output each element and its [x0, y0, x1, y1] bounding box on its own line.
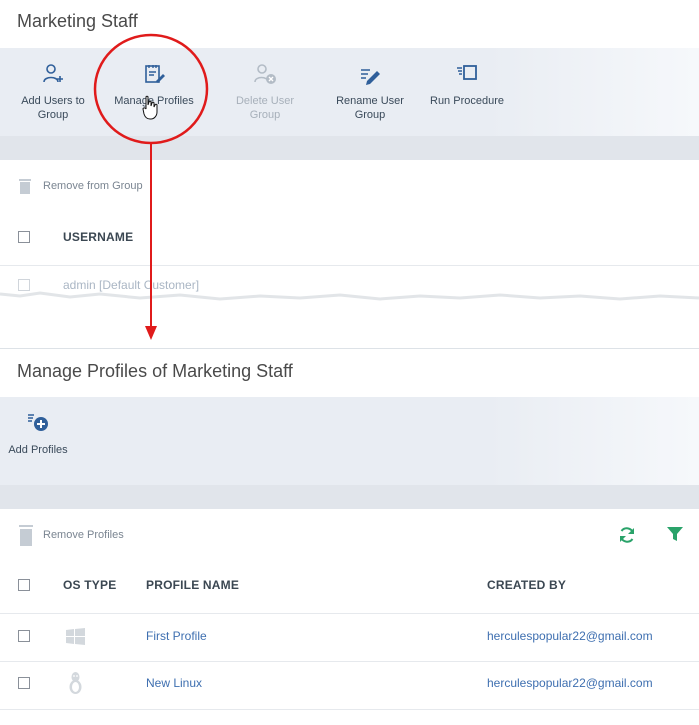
rename-pen-icon — [361, 69, 380, 85]
manage-profiles-panel: Manage Profiles of Marketing Staff Add P… — [0, 348, 699, 725]
add-users-to-group-button[interactable]: Add Users to Group — [3, 48, 103, 122]
column-header-username: USERNAME — [63, 230, 134, 244]
select-all-checkbox[interactable] — [18, 579, 30, 591]
linux-icon — [69, 672, 82, 694]
run-procedure-label: Run Procedure — [430, 95, 504, 107]
row-divider — [0, 661, 699, 662]
remove-profiles-button[interactable]: Remove Profiles — [18, 524, 124, 546]
trash-icon — [19, 179, 31, 194]
section-divider — [0, 485, 699, 509]
profile-name-link[interactable]: New Linux — [146, 676, 202, 690]
add-profiles-label: Add Profiles — [8, 444, 68, 456]
remove-from-group-button[interactable]: Remove from Group — [18, 178, 143, 194]
page-title: Marketing Staff — [17, 11, 138, 31]
column-header-os-type: OS TYPE — [63, 578, 117, 592]
delete-user-group-label-1: Delete User — [235, 95, 295, 107]
rename-user-group-label-2: Group — [354, 109, 386, 121]
windows-icon — [66, 628, 85, 645]
row-checkbox[interactable] — [18, 630, 30, 642]
select-all-checkbox[interactable] — [18, 231, 30, 243]
column-header-created-by: CREATED BY — [487, 578, 567, 592]
rename-user-group-button[interactable]: Rename User Group — [320, 48, 420, 122]
add-profile-icon — [28, 414, 48, 431]
row-checkbox[interactable] — [18, 677, 30, 689]
add-profiles-button[interactable]: Add Profiles — [0, 397, 88, 457]
delete-user-group-icon — [254, 64, 276, 84]
filter-icon[interactable] — [666, 525, 684, 543]
created-by-cell: herculespopular22@gmail.com — [487, 676, 653, 690]
add-users-label-1: Add Users to — [21, 95, 85, 107]
row-divider — [0, 709, 699, 710]
annotation-arrow-head — [145, 326, 157, 340]
torn-edge — [0, 291, 699, 326]
created-by-cell: herculespopular22@gmail.com — [487, 629, 653, 643]
section-divider — [0, 136, 699, 160]
trash-icon — [19, 525, 33, 546]
profile-name-link[interactable]: First Profile — [146, 629, 207, 643]
remove-from-group-label: Remove from Group — [43, 180, 143, 192]
run-procedure-icon — [457, 65, 477, 80]
add-users-label-2: Group — [37, 109, 69, 121]
profiles-toolbar: Add Profiles — [0, 397, 699, 485]
rename-user-group-label-1: Rename User — [336, 95, 404, 107]
delete-user-group-label-2: Group — [249, 109, 281, 121]
refresh-icon[interactable] — [617, 525, 637, 545]
marketing-staff-panel: Marketing Staff Add Users to Group Manag… — [0, 0, 699, 300]
manage-profiles-button[interactable]: Manage Profiles — [104, 48, 204, 108]
add-user-icon — [43, 64, 63, 83]
delete-user-group-button[interactable]: Delete User Group — [215, 48, 315, 122]
manage-profiles-label: Manage Profiles — [114, 95, 194, 107]
column-header-profile-name: PROFILE NAME — [146, 578, 240, 592]
run-procedure-button[interactable]: Run Procedure — [417, 48, 517, 108]
panel-title: Manage Profiles of Marketing Staff — [17, 361, 293, 381]
remove-profiles-label: Remove Profiles — [43, 529, 124, 541]
row-divider — [0, 265, 699, 266]
group-toolbar: Add Users to Group Manage Profiles Delet… — [0, 48, 699, 136]
row-divider — [0, 613, 699, 614]
manage-profiles-icon — [145, 65, 165, 83]
